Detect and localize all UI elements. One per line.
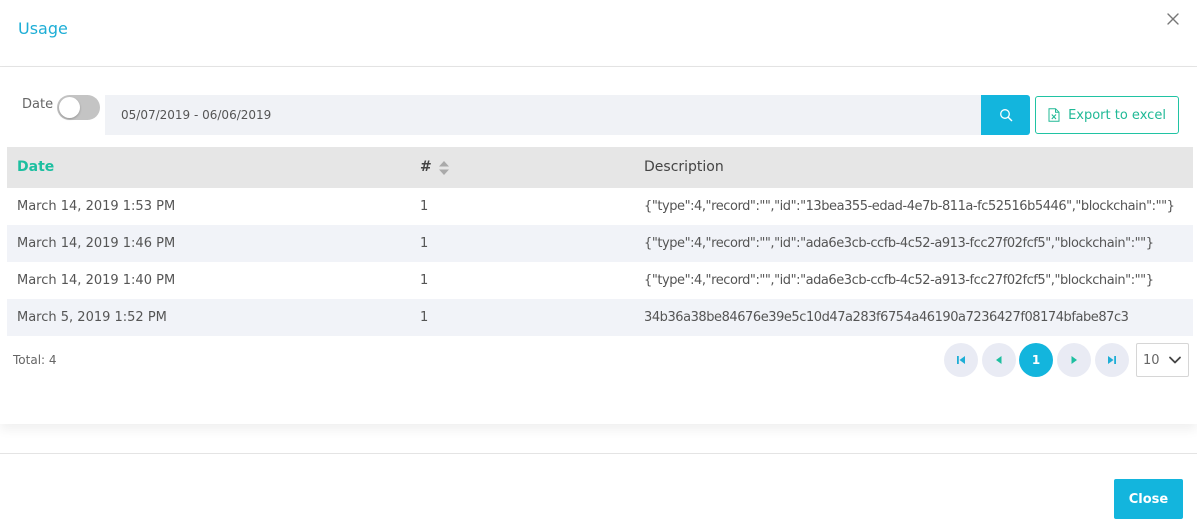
- search-icon: [999, 109, 1012, 122]
- date-filter-toggle[interactable]: [57, 95, 100, 120]
- cell-date: March 14, 2019 1:53 PM: [17, 199, 176, 214]
- total-count: Total: 4: [13, 353, 57, 367]
- close-icon[interactable]: [1164, 10, 1182, 28]
- first-page-icon: [957, 356, 965, 364]
- cell-count: 1: [420, 199, 429, 214]
- previous-page-button[interactable]: [982, 343, 1016, 377]
- modal-title: Usage: [18, 19, 68, 38]
- column-header-count[interactable]: #: [420, 147, 450, 188]
- toggle-knob: [59, 97, 80, 118]
- table-header: Date # Description: [7, 147, 1193, 188]
- table-row[interactable]: March 14, 2019 1:40 PM 1 {"type":4,"reco…: [7, 262, 1193, 299]
- cell-date: March 14, 2019 1:40 PM: [17, 273, 176, 288]
- last-page-icon: [1108, 356, 1116, 364]
- usage-table: Date # Description March 14, 2019 1:53 P…: [7, 147, 1193, 336]
- cell-description: {"type":4,"record":"","id":"13bea355-eda…: [644, 199, 1175, 214]
- date-filter-label: Date: [22, 97, 54, 112]
- modal-header: Usage: [0, 0, 1197, 67]
- table-row[interactable]: March 14, 2019 1:46 PM 1 {"type":4,"reco…: [7, 225, 1193, 262]
- previous-page-icon: [996, 356, 1002, 364]
- date-range-field[interactable]: 05/07/2019 - 06/06/2019: [105, 95, 981, 135]
- sort-icon: [438, 160, 449, 175]
- table-row[interactable]: March 14, 2019 1:53 PM 1 {"type":4,"reco…: [7, 188, 1193, 225]
- cell-description: {"type":4,"record":"","id":"ada6e3cb-ccf…: [644, 273, 1154, 288]
- cell-description: 34b36a38be84676e39e5c10d47a283f6754a4619…: [644, 310, 1129, 325]
- table-row[interactable]: March 5, 2019 1:52 PM 1 34b36a38be84676e…: [7, 299, 1193, 336]
- export-label: Export to excel: [1068, 107, 1166, 123]
- usage-modal: Usage Date 05/07/2019 - 06/06/2019 Expor…: [0, 0, 1197, 531]
- column-header-count-label: #: [420, 159, 432, 175]
- next-page-button[interactable]: [1057, 343, 1091, 377]
- modal-body: Date 05/07/2019 - 06/06/2019 Export to e…: [0, 67, 1197, 424]
- cell-date: March 5, 2019 1:52 PM: [17, 310, 167, 325]
- last-page-button[interactable]: [1095, 343, 1129, 377]
- page-size-value: 10: [1143, 352, 1160, 368]
- cell-count: 1: [420, 273, 429, 288]
- column-header-date[interactable]: Date: [17, 147, 54, 188]
- footer-divider: [0, 453, 1197, 454]
- page-size-select[interactable]: 10: [1136, 343, 1189, 377]
- cell-description: {"type":4,"record":"","id":"ada6e3cb-ccf…: [644, 236, 1154, 251]
- cell-count: 1: [420, 236, 429, 251]
- next-page-icon: [1071, 356, 1077, 364]
- first-page-button[interactable]: [944, 343, 978, 377]
- cell-date: March 14, 2019 1:46 PM: [17, 236, 176, 251]
- chevron-down-icon: [1169, 356, 1181, 364]
- column-header-description: Description: [644, 159, 724, 175]
- current-page-button[interactable]: 1: [1019, 343, 1053, 377]
- close-button[interactable]: Close: [1114, 479, 1183, 519]
- excel-file-icon: [1048, 108, 1060, 122]
- cell-count: 1: [420, 310, 429, 325]
- search-button[interactable]: [981, 95, 1030, 135]
- export-to-excel-button[interactable]: Export to excel: [1035, 96, 1179, 134]
